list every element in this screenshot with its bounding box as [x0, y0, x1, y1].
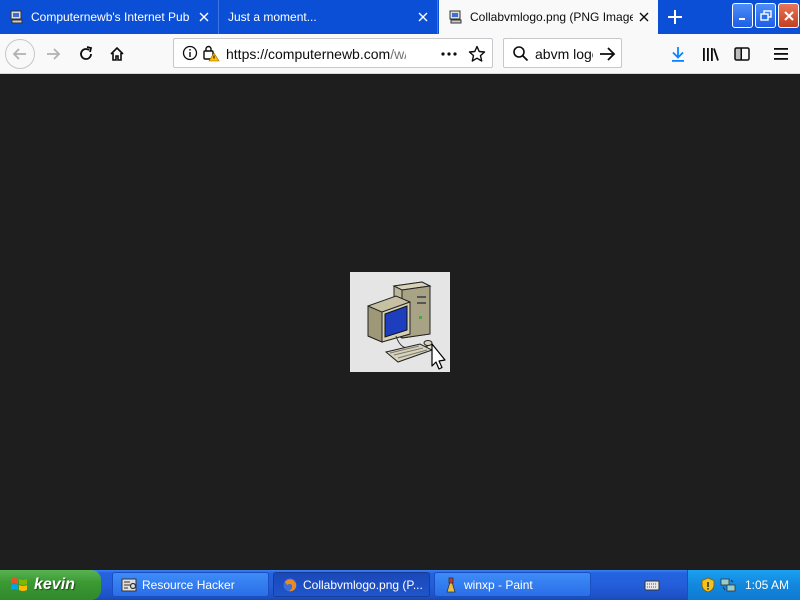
sidebar-icon [734, 47, 750, 61]
back-button[interactable] [5, 39, 35, 69]
taskbar-button-resource-hacker[interactable]: Resource Hacker [112, 572, 269, 597]
more-dots-icon [441, 52, 457, 56]
start-label: kevin [34, 576, 75, 593]
home-icon [110, 46, 124, 61]
page-actions-button[interactable] [439, 44, 459, 64]
tab-collabvmlogo[interactable]: Collabvmlogo.png (PNG Image, 100 × 100 p… [439, 0, 658, 34]
restore-button[interactable] [755, 3, 776, 28]
windows-flag-icon [11, 578, 27, 591]
taskbar-button-label: Resource Hacker [142, 577, 235, 592]
restore-icon [759, 9, 772, 21]
tab-title: Just a moment... [228, 10, 317, 24]
taskbar: kevin Resource Hacker Collabvmlogo.png (… [0, 570, 800, 600]
tab-just-a-moment[interactable]: Just a moment... [219, 0, 438, 34]
system-tray: 1:05 AM [687, 570, 800, 600]
taskbar-button-label: winxp - Paint [464, 577, 533, 592]
clock[interactable]: 1:05 AM [745, 578, 789, 592]
forward-button[interactable] [38, 39, 68, 69]
network-icon[interactable] [720, 577, 736, 593]
download-icon [672, 47, 684, 62]
computer-favicon-icon [448, 9, 464, 25]
close-icon [783, 10, 794, 21]
insecure-lock-icon[interactable] [202, 44, 220, 62]
taskbar-button-collabvmlogo[interactable]: Collabvmlogo.png (P... [273, 572, 430, 597]
library-icon [703, 48, 719, 61]
tab-computernewb[interactable]: Computernewb's Internet Pub Hub [0, 0, 219, 34]
new-tab-button[interactable] [662, 5, 688, 29]
minimize-icon [738, 17, 745, 20]
collabvm-logo-image[interactable] [350, 272, 450, 372]
url-text: https://computernewb.com/w/ [226, 46, 406, 62]
close-tab-icon[interactable] [633, 6, 655, 28]
tab-strip: Computernewb's Internet Pub Hub Just a m… [0, 0, 800, 34]
minimize-button[interactable] [732, 3, 753, 28]
downloads-button[interactable] [663, 39, 693, 69]
plus-icon [668, 10, 682, 24]
tab-title: Computernewb's Internet Pub Hub [31, 10, 193, 24]
computer-favicon-icon [9, 9, 25, 25]
url-path: /w/ [390, 46, 406, 62]
start-button[interactable]: kevin [0, 570, 101, 600]
search-icon [513, 46, 529, 62]
resource-hacker-icon [121, 578, 137, 591]
url-bar[interactable]: https://computernewb.com/w/ [173, 38, 493, 68]
navigation-toolbar: https://computernewb.com/w/ abvm logo [0, 34, 800, 74]
search-go-button[interactable] [597, 44, 617, 64]
tab-title: Collabvmlogo.png (PNG Image, 100 × 100 p… [470, 10, 633, 24]
taskbar-button-paint[interactable]: winxp - Paint [434, 572, 591, 597]
info-icon[interactable] [182, 45, 198, 61]
arrow-right-icon [599, 47, 615, 61]
hamburger-menu-icon [774, 48, 788, 60]
star-icon [468, 45, 486, 62]
taskbar-button-label: Collabvmlogo.png (P... [303, 577, 423, 592]
back-arrow-icon [12, 48, 26, 60]
search-bar[interactable]: abvm logo [503, 38, 622, 68]
search-input[interactable]: abvm logo [535, 46, 593, 62]
bookmark-star-button[interactable] [467, 44, 487, 64]
reload-icon [80, 46, 93, 60]
paint-icon [446, 577, 456, 592]
firefox-icon [283, 578, 297, 591]
library-button[interactable] [696, 39, 726, 69]
reload-button[interactable] [71, 39, 101, 69]
menu-button[interactable] [766, 39, 796, 69]
sidebar-toggle-button[interactable] [727, 39, 757, 69]
computer-logo-icon [367, 281, 446, 370]
forward-arrow-icon [47, 48, 61, 60]
image-viewer-content [0, 75, 800, 570]
security-shield-icon[interactable] [700, 577, 716, 593]
close-tab-icon[interactable] [193, 6, 215, 28]
home-button[interactable] [102, 39, 132, 69]
close-window-button[interactable] [778, 3, 799, 28]
close-tab-icon[interactable] [412, 6, 434, 28]
url-domain: https://computernewb.com [226, 46, 391, 62]
keyboard-language-icon[interactable] [644, 577, 660, 593]
